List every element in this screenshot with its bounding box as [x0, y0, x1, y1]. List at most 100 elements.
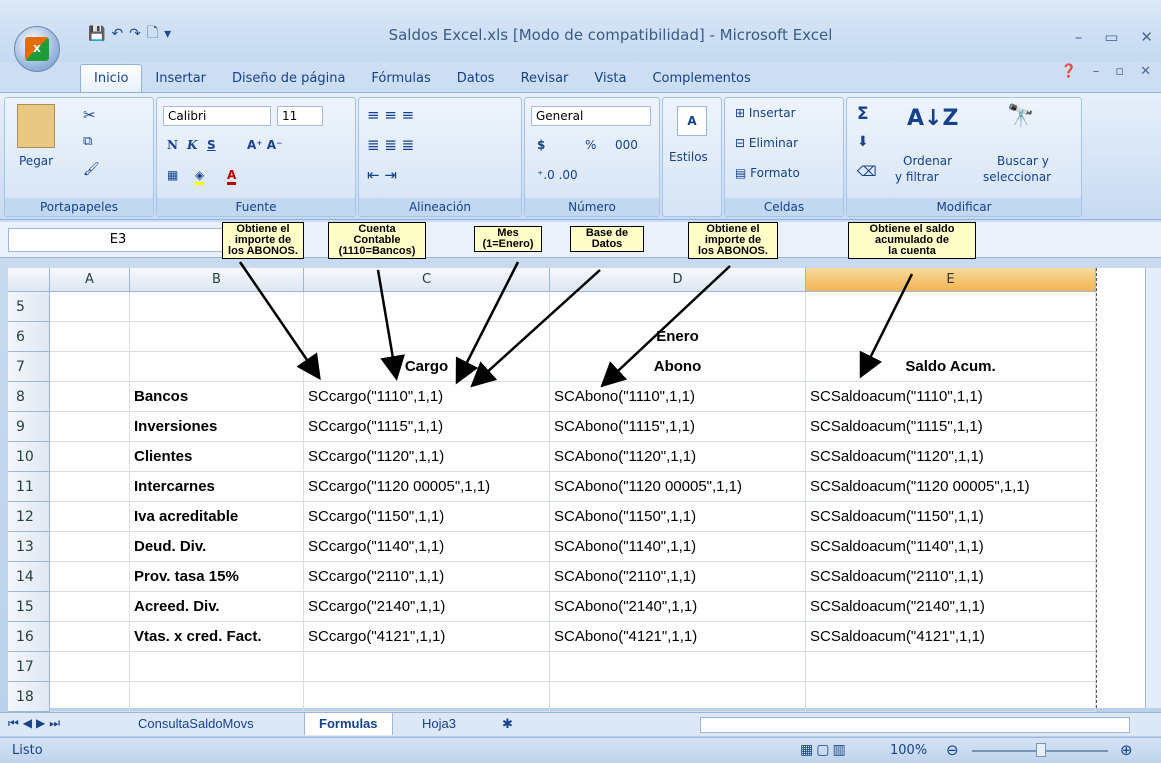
paste-button[interactable]: Pegar — [19, 154, 53, 168]
sheet-nav-icon[interactable]: ⏮◀▶⏭ — [8, 716, 64, 731]
filter-label[interactable]: y filtrar — [895, 170, 939, 184]
cell[interactable] — [806, 652, 1096, 682]
clear-icon[interactable]: ⌫ — [857, 164, 877, 180]
row-header[interactable]: 7 — [8, 352, 50, 382]
cell[interactable] — [550, 652, 806, 682]
font-name-select[interactable]: Calibri — [163, 106, 271, 126]
tab-complementos[interactable]: Complementos — [639, 65, 763, 92]
grow-font-icon[interactable]: A⁺ A⁻ — [247, 138, 282, 152]
name-box[interactable]: E3 — [8, 228, 228, 252]
cell[interactable] — [50, 472, 130, 502]
row-header[interactable]: 14 — [8, 562, 50, 592]
cell[interactable]: SCSaldoacum("4121",1,1) — [806, 622, 1096, 652]
col-header-d[interactable]: D — [550, 268, 806, 292]
cell[interactable] — [130, 352, 304, 382]
currency-button[interactable]: $ — [537, 138, 545, 152]
vertical-scrollbar[interactable] — [1145, 268, 1161, 708]
row-header[interactable]: 10 — [8, 442, 50, 472]
tab-diseno[interactable]: Diseño de página — [219, 65, 358, 92]
cell[interactable]: SCSaldoacum("1150",1,1) — [806, 502, 1096, 532]
cell[interactable] — [304, 292, 550, 322]
col-header-a[interactable]: A — [50, 268, 130, 292]
thousands-button[interactable]: 000 — [615, 138, 638, 152]
row-header[interactable]: 17 — [8, 652, 50, 682]
cell[interactable]: SCcargo("1120",1,1) — [304, 442, 550, 472]
align-left-icon[interactable]: ≣ ≣ ≣ — [367, 136, 414, 154]
row-header[interactable]: 15 — [8, 592, 50, 622]
cell[interactable] — [50, 322, 130, 352]
cell[interactable] — [50, 592, 130, 622]
underline-button[interactable]: S — [207, 138, 216, 152]
cell[interactable]: SCcargo("1110",1,1) — [304, 382, 550, 412]
horizontal-scrollbar[interactable] — [700, 717, 1130, 733]
cell[interactable] — [50, 532, 130, 562]
cell[interactable]: SCcargo("1150",1,1) — [304, 502, 550, 532]
styles-icon[interactable]: A — [677, 106, 707, 136]
help-icon[interactable]: ❓ — [1061, 64, 1077, 79]
cell[interactable]: Intercarnes — [130, 472, 304, 502]
cell[interactable] — [50, 502, 130, 532]
cell[interactable]: SCAbono("1110",1,1) — [550, 382, 806, 412]
cell[interactable] — [550, 292, 806, 322]
zoom-in-icon[interactable]: ⊕ — [1120, 741, 1133, 759]
tab-datos[interactable]: Datos — [444, 65, 508, 92]
col-header-c[interactable]: C — [304, 268, 550, 292]
bold-button[interactable]: N — [167, 138, 178, 152]
cell[interactable] — [550, 682, 806, 712]
cell[interactable] — [304, 652, 550, 682]
close-icon[interactable]: ✕ — [1140, 28, 1153, 46]
cell[interactable] — [50, 622, 130, 652]
cell[interactable]: SCAbono("4121",1,1) — [550, 622, 806, 652]
cell[interactable]: SCAbono("1120",1,1) — [550, 442, 806, 472]
cell[interactable]: SCSaldoacum("1120",1,1) — [806, 442, 1096, 472]
col-header-e[interactable]: E — [806, 268, 1096, 292]
maximize-icon[interactable]: ▭ — [1104, 28, 1118, 46]
row-header[interactable]: 8 — [8, 382, 50, 412]
cell[interactable]: SCcargo("1120 00005",1,1) — [304, 472, 550, 502]
cell[interactable] — [50, 292, 130, 322]
percent-button[interactable]: % — [585, 138, 596, 152]
copy-icon[interactable]: ⧉ — [83, 134, 92, 149]
tab-inicio[interactable]: Inicio — [80, 64, 143, 92]
cell[interactable] — [806, 322, 1096, 352]
row-header[interactable]: 11 — [8, 472, 50, 502]
styles-button[interactable]: Estilos — [669, 150, 708, 164]
cell[interactable]: Saldo Acum. — [806, 352, 1096, 382]
cell[interactable]: Abono — [550, 352, 806, 382]
row-header[interactable]: 18 — [8, 682, 50, 712]
sort-label[interactable]: Ordenar — [903, 154, 952, 168]
align-top-icon[interactable]: ≡ ≡ ≡ — [367, 106, 414, 124]
cell[interactable]: SCcargo("4121",1,1) — [304, 622, 550, 652]
cell[interactable] — [130, 652, 304, 682]
insert-cells-button[interactable]: ⊞ Insertar — [735, 106, 796, 120]
cell[interactable] — [50, 442, 130, 472]
cell[interactable]: SCSaldoacum("1140",1,1) — [806, 532, 1096, 562]
cell[interactable]: Iva acreditable — [130, 502, 304, 532]
cell[interactable]: SCSaldoacum("1115",1,1) — [806, 412, 1096, 442]
cell[interactable]: SCAbono("1120 00005",1,1) — [550, 472, 806, 502]
font-color-icon[interactable]: A — [227, 168, 237, 185]
delete-cells-button[interactable]: ⊟ Eliminar — [735, 136, 798, 150]
tab-insertar[interactable]: Insertar — [142, 65, 219, 92]
cell[interactable] — [50, 352, 130, 382]
cell[interactable] — [50, 412, 130, 442]
cell[interactable] — [50, 682, 130, 712]
tab-vista[interactable]: Vista — [581, 65, 639, 92]
cell[interactable]: SCAbono("2110",1,1) — [550, 562, 806, 592]
cell[interactable] — [50, 382, 130, 412]
cell[interactable]: SCSaldoacum("1110",1,1) — [806, 382, 1096, 412]
cell[interactable]: Clientes — [130, 442, 304, 472]
insert-sheet-icon[interactable]: ✱ — [488, 713, 527, 735]
cell[interactable]: SCAbono("1150",1,1) — [550, 502, 806, 532]
cell[interactable]: SCcargo("1140",1,1) — [304, 532, 550, 562]
select-label[interactable]: seleccionar — [983, 170, 1051, 184]
cell[interactable] — [130, 682, 304, 712]
cell[interactable] — [130, 322, 304, 352]
indent-icon[interactable]: ⇤ ⇥ — [367, 166, 397, 184]
sheet-tab-consulta[interactable]: ConsultaSaldoMovs — [124, 713, 268, 735]
cell[interactable]: SCAbono("2140",1,1) — [550, 592, 806, 622]
cell[interactable]: Vtas. x cred. Fact. — [130, 622, 304, 652]
zoom-out-icon[interactable]: ⊖ — [946, 741, 959, 759]
cell[interactable] — [806, 292, 1096, 322]
row-header[interactable]: 6 — [8, 322, 50, 352]
